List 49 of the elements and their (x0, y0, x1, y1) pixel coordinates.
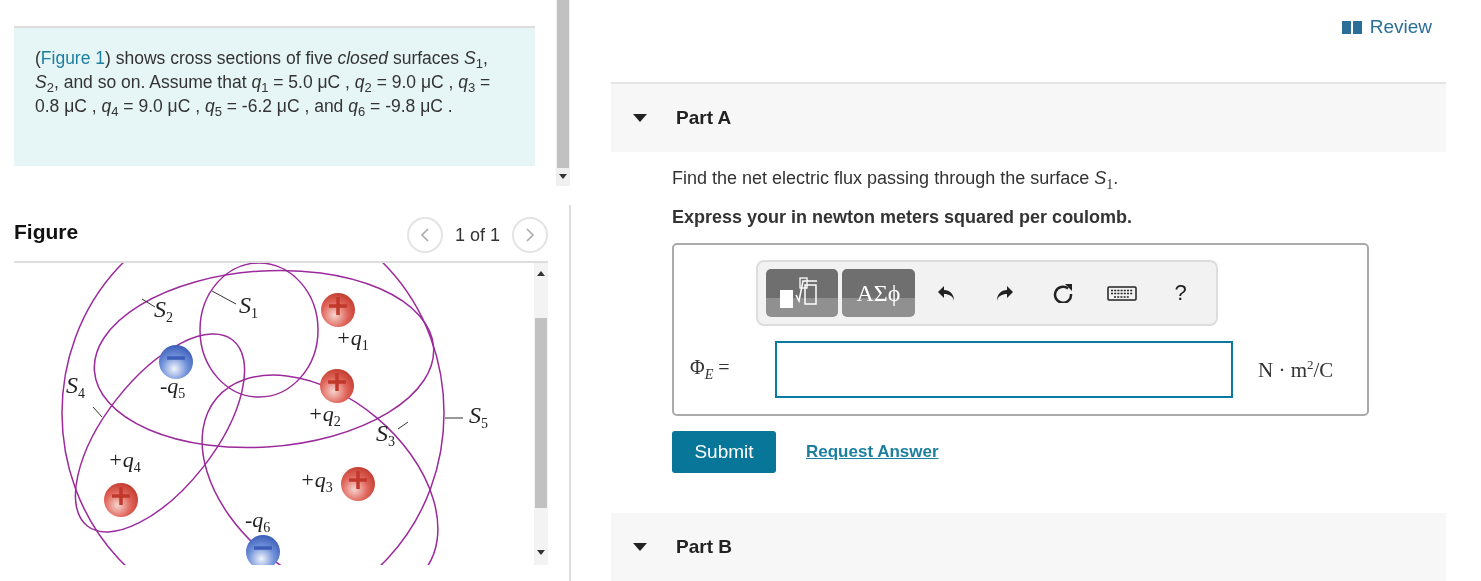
minus-sphere-icon (159, 345, 193, 379)
leader-line (141, 298, 156, 308)
leader-line (92, 406, 103, 418)
surface-label: S$_{1}$ (239, 293, 258, 321)
surface-label: S$_{4}$ (66, 373, 85, 401)
answer-field[interactable] (775, 341, 1233, 398)
redo-icon (994, 283, 1015, 303)
leader-line (211, 290, 237, 305)
charge-label: +q$_{4}$ (108, 449, 141, 475)
plus-sphere-icon (320, 369, 354, 403)
instruction-text: Express your in newton meters squared per coulomb. (672, 207, 1134, 228)
review-link[interactable]: Review (1341, 15, 1432, 38)
plus-sphere-icon (341, 467, 375, 501)
page-counter: 1 of 1 (454, 224, 500, 246)
scrollbar[interactable] (556, 0, 570, 186)
submit-button[interactable]: Submit (672, 431, 776, 473)
keyboard-icon (1106, 283, 1137, 303)
scrollbar[interactable] (534, 263, 548, 565)
chevron-left-icon (419, 228, 430, 242)
templates-button[interactable] (766, 269, 839, 317)
part-header[interactable]: Part A (611, 84, 1446, 153)
answer-label: Φ$_{E}$ = (690, 356, 731, 383)
reset-icon (1053, 283, 1074, 303)
units-label: N · m$^{2}$/C (1258, 356, 1334, 383)
request-answer-link[interactable]: Request Answer (806, 442, 939, 462)
leader-line (397, 421, 409, 430)
plus-sphere-icon (104, 483, 138, 517)
book-icon (1341, 19, 1362, 34)
surface-label: S$_{2}$ (154, 297, 173, 325)
plus-sphere-icon (321, 293, 355, 327)
chevron-right-icon (525, 228, 535, 242)
symbols-button[interactable]: ΑΣϕ (842, 269, 915, 317)
charge-label: -q$_{6}$ (245, 509, 271, 535)
problem-text: (Figure 1) shows cross sections of five closed surfaces S$_{1}$, S$_{2}$, and so on. Assume that q$_{1}$ = 5.0 μC , q$_{2}$ = 9.0 μC , q$_{3}$ = 0.8 μC , q$_{4}$ = 9.0 μC , q$_{5}$ = -6.2 μC , and q$_{6}$ = -9.8 μC . (35, 47, 492, 118)
surface-label: S$_{5}$ (469, 403, 488, 431)
part-header[interactable]: Part B (611, 513, 1446, 581)
charge-label: -q$_{5}$ (160, 375, 186, 401)
charge-label: +q$_{1}$ (336, 327, 369, 353)
scroll-down-icon (559, 174, 567, 179)
help-button[interactable]: ? (1153, 273, 1208, 313)
question-text: Find the net electric flux passing through the surface S$_{1}$. (672, 168, 1120, 193)
charge-label: +q$_{3}$ (300, 469, 333, 495)
figure-heading: Figure (14, 220, 79, 244)
charge-label: +q$_{2}$ (308, 403, 341, 429)
scroll-up-icon (537, 271, 545, 276)
scroll-down-icon (537, 550, 545, 555)
leader-line (444, 417, 464, 419)
figure-link[interactable]: Figure 1 (40, 48, 106, 68)
surface-label: S$_{3}$ (376, 421, 395, 449)
